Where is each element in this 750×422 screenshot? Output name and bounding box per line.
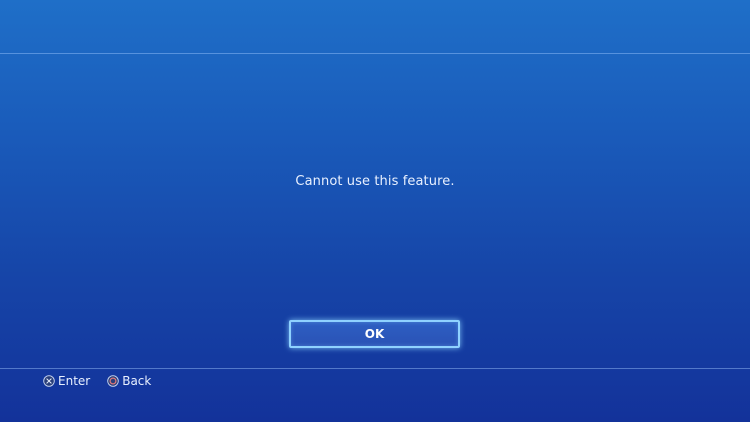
dialog-message: Cannot use this feature. [295, 174, 455, 189]
button-hints: Enter Back [43, 373, 168, 389]
cross-button-icon [43, 375, 55, 387]
bottom-divider [0, 368, 750, 369]
back-hint[interactable]: Back [107, 374, 151, 388]
enter-hint-label: Enter [58, 374, 91, 388]
back-hint-label: Back [122, 374, 152, 388]
ok-button[interactable]: OK [289, 320, 460, 348]
top-divider [0, 53, 750, 54]
enter-hint[interactable]: Enter [43, 374, 90, 388]
circle-button-icon [107, 375, 119, 387]
